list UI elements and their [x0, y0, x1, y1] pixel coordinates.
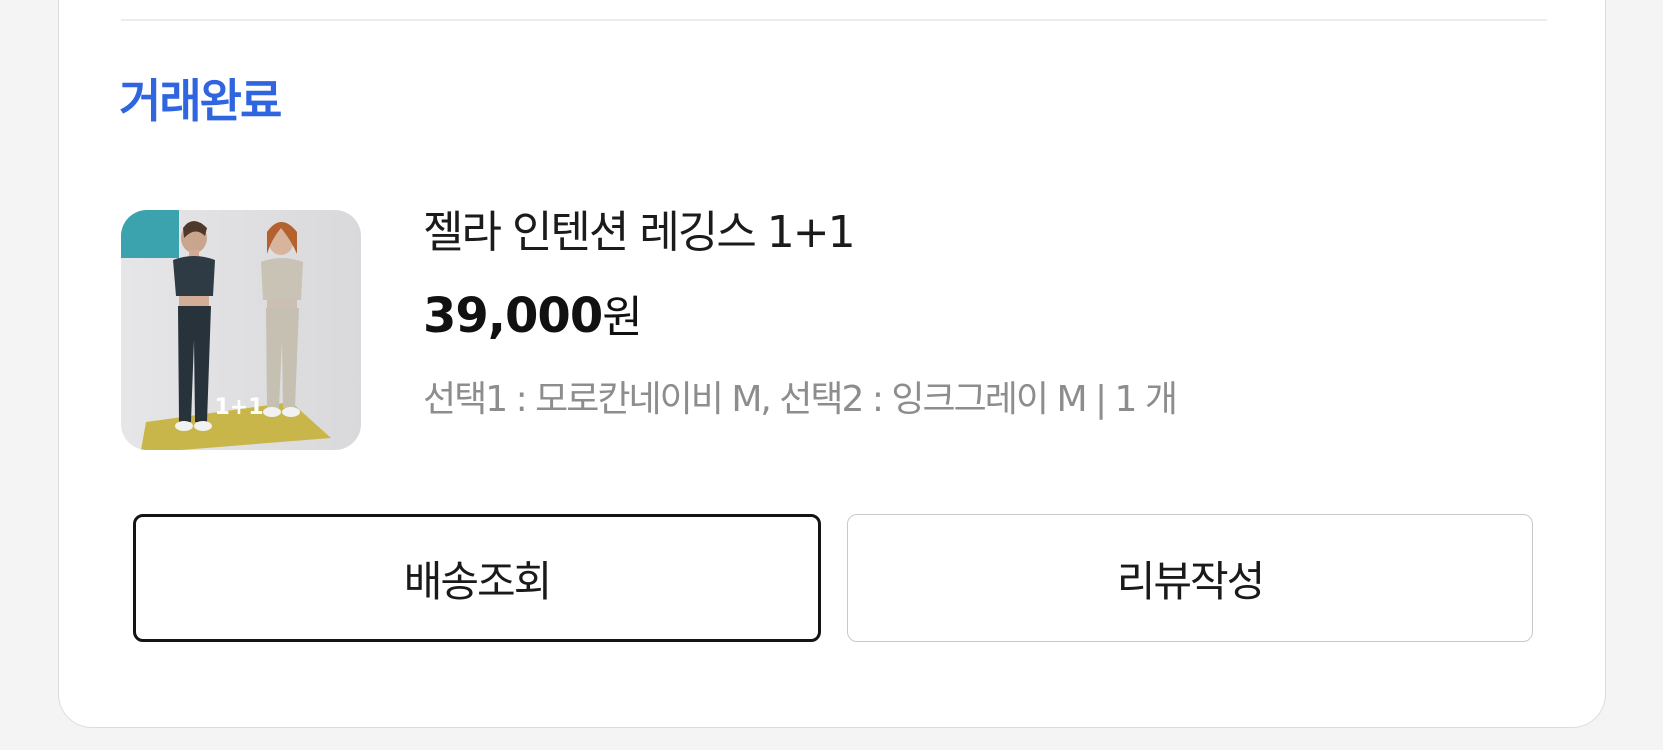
- order-card: 거래완료 1+1 젤라 인텐션 레깅스 1+1 39,000원 선택1: 모로…: [58, 0, 1606, 728]
- write-review-button[interactable]: 리뷰작성: [847, 514, 1533, 642]
- divider: [121, 19, 1547, 21]
- product-name[interactable]: 젤라 인텐션 레깅스 1+1: [423, 211, 1176, 255]
- price-currency: 원: [602, 292, 643, 343]
- product-price: 39,000: [423, 288, 603, 344]
- product-options: 선택1 : 모로칸네이비 M, 선택2 : 잉크그레이 M | 1 개: [423, 379, 1178, 420]
- product-thumbnail[interactable]: 1+1: [121, 210, 361, 450]
- track-delivery-button[interactable]: 배송조회: [133, 514, 821, 642]
- product-info: 젤라 인텐션 레깅스 1+1 39,000원 선택1 : 모로칸네이비 M, 선…: [423, 211, 1178, 420]
- price-row: 39,000원: [423, 292, 1176, 340]
- thumbnail-badge: 1+1: [214, 395, 263, 420]
- order-status: 거래완료: [119, 74, 282, 128]
